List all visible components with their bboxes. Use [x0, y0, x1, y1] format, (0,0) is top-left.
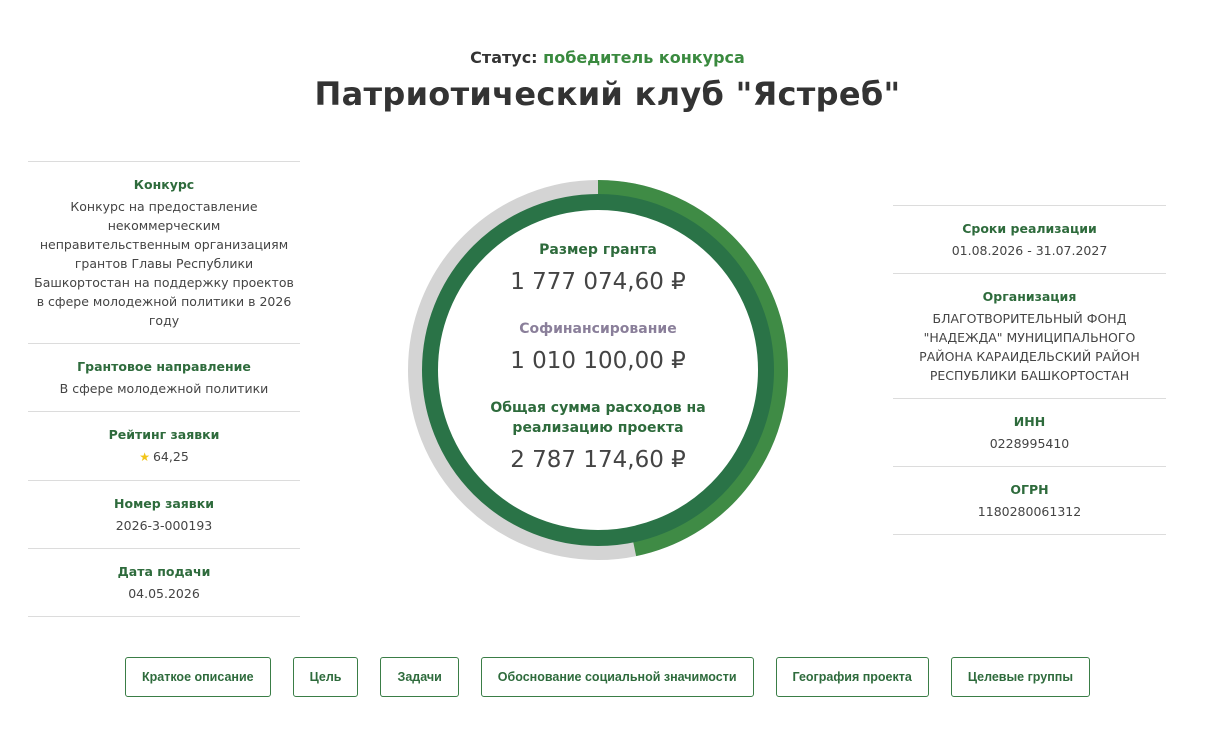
info-item-rating: Рейтинг заявки ★ 64,25	[28, 411, 300, 480]
right-info-column: Сроки реализации 01.08.2026 - 31.07.2027…	[893, 205, 1166, 535]
status-label: Статус:	[470, 48, 538, 67]
info-item-grant-direction: Грантовое направление В сфере молодежной…	[28, 343, 300, 411]
page-header: Статус: победитель конкурса Патриотическ…	[0, 48, 1215, 113]
grant-label: Размер гранта	[539, 242, 657, 258]
info-label: ИНН	[1013, 414, 1046, 429]
tab-project-geography[interactable]: География проекта	[775, 657, 929, 697]
info-label: Номер заявки	[114, 496, 214, 511]
info-value: БЛАГОТВОРИТЕЛЬНЫЙ ФОНД "НАДЕЖДА" МУНИЦИП…	[919, 311, 1140, 383]
total-label: Общая сумма расходов на реализацию проек…	[490, 400, 706, 436]
status-line: Статус: победитель конкурса	[0, 48, 1215, 67]
grant-block: Размер гранта 1 777 074,60 ₽	[448, 240, 748, 295]
info-value: 04.05.2026	[128, 586, 200, 601]
info-label: Рейтинг заявки	[108, 427, 220, 442]
grant-value: 1 777 074,60 ₽	[510, 269, 686, 295]
total-block: Общая сумма расходов на реализацию проек…	[448, 398, 748, 473]
tab-goal[interactable]: Цель	[292, 657, 359, 697]
tab-target-groups[interactable]: Целевые группы	[950, 657, 1090, 697]
info-value: 0228995410	[989, 436, 1070, 451]
info-item-submission-date: Дата подачи 04.05.2026	[28, 548, 300, 617]
info-item-organization: Организация БЛАГОТВОРИТЕЛЬНЫЙ ФОНД "НАДЕ…	[893, 273, 1166, 398]
info-label: Организация	[982, 289, 1077, 304]
info-item-application-number: Номер заявки 2026-3-000193	[28, 480, 300, 548]
info-value: В сфере молодежной политики	[59, 381, 269, 396]
left-info-column: Конкурс Конкурс на предоставление некомм…	[28, 161, 300, 617]
info-value: 64,25	[152, 449, 189, 464]
rating-value-row: ★ 64,25	[32, 447, 296, 467]
project-tabs: Краткое описание Цель Задачи Обоснование…	[0, 657, 1215, 697]
info-value: 1180280061312	[977, 504, 1082, 519]
info-item-period: Сроки реализации 01.08.2026 - 31.07.2027	[893, 205, 1166, 273]
info-value: 01.08.2026 - 31.07.2027	[951, 243, 1108, 258]
info-label: Грантовое направление	[77, 359, 251, 374]
info-label: Дата подачи	[117, 564, 211, 579]
info-label: Сроки реализации	[962, 221, 1097, 236]
cofinancing-value: 1 010 100,00 ₽	[510, 348, 686, 374]
star-icon: ★	[139, 450, 150, 464]
page-title: Патриотический клуб "Ястреб"	[314, 75, 901, 113]
info-value: Конкурс на предоставление некоммерческим…	[34, 199, 294, 328]
info-item-ogrn: ОГРН 1180280061312	[893, 466, 1166, 535]
info-label: ОГРН	[1010, 482, 1049, 497]
tab-short-description[interactable]: Краткое описание	[125, 657, 271, 697]
finance-ring: Размер гранта 1 777 074,60 ₽ Софинансиро…	[402, 174, 794, 566]
info-item-contest: Конкурс Конкурс на предоставление некомм…	[28, 161, 300, 343]
info-value: 2026-3-000193	[115, 518, 213, 533]
cofinancing-block: Софинансирование 1 010 100,00 ₽	[448, 319, 748, 374]
total-value: 2 787 174,60 ₽	[510, 447, 686, 473]
status-value: победитель конкурса	[543, 48, 745, 67]
info-item-inn: ИНН 0228995410	[893, 398, 1166, 466]
tab-social-significance[interactable]: Обоснование социальной значимости	[480, 657, 754, 697]
cofinancing-label: Софинансирование	[519, 321, 677, 337]
finance-summary: Размер гранта 1 777 074,60 ₽ Софинансиро…	[448, 240, 748, 497]
tab-tasks[interactable]: Задачи	[380, 657, 459, 697]
info-label: Конкурс	[133, 177, 195, 192]
